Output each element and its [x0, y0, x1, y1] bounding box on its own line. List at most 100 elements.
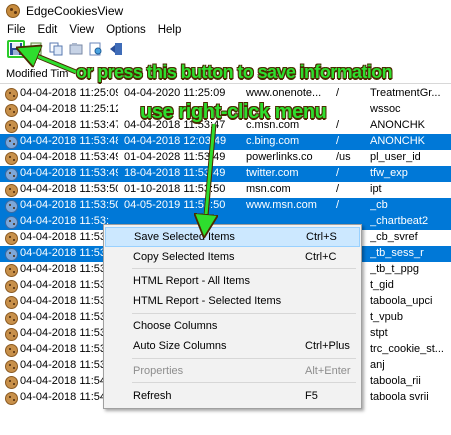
- cell-name: _tb_sess_r: [370, 247, 424, 259]
- table-row[interactable]: 04-04-2018 11:53:49 01-04-2028 11:53:49 po…: [0, 150, 451, 166]
- cookie-icon: [5, 167, 18, 181]
- cookie-icon: [5, 215, 18, 229]
- menu-item-choose-columns[interactable]: Choose Columns: [105, 316, 360, 336]
- cell-expires: 04-05-2019 11:53:50: [124, 199, 226, 211]
- cell-path: /: [336, 199, 340, 211]
- cookie-icon: [5, 343, 18, 357]
- menu-annotation: use right-click menu: [140, 101, 327, 123]
- cookie-icon: [5, 375, 18, 389]
- menu-item-html-report-selected-items[interactable]: HTML Report - Selected Items: [105, 291, 360, 311]
- cookie-icon: [5, 295, 18, 309]
- menu-item-label: HTML Report - Selected Items: [133, 295, 282, 307]
- menu-edit[interactable]: Edit: [32, 24, 64, 36]
- table-row[interactable]: 04-04-2018 11:53:49 18-04-2018 11:53:49 tw…: [0, 166, 451, 182]
- cell-host: msn.com: [246, 183, 291, 195]
- menu-item-label: Choose Columns: [133, 320, 218, 332]
- menu-item-label: HTML Report - All Items: [133, 275, 250, 287]
- table-row[interactable]: 04-04-2018 11:53:50 01-10-2018 11:53:50 ms…: [0, 182, 451, 198]
- menu-item-auto-size-columns[interactable]: Auto Size Columns Ctrl+Plus: [105, 336, 360, 356]
- menu-item-label: Copy Selected Items: [133, 251, 235, 263]
- cell-name: tfw_exp: [370, 167, 408, 179]
- exit-icon[interactable]: [107, 40, 125, 58]
- cell-modified: 04-04-2018 11:53:50: [20, 183, 118, 195]
- cell-name: TreatmentGr...: [370, 87, 441, 99]
- menu-item-refresh[interactable]: Refresh F5: [105, 386, 360, 406]
- cell-modified: 04-04-2018 11:25:09: [20, 87, 118, 99]
- cell-name: stpt: [370, 327, 388, 339]
- menu-help[interactable]: Help: [152, 24, 188, 36]
- cell-path: /: [336, 183, 340, 195]
- context-menu: Save Selected Items Ctrl+S Copy Selected I…: [103, 224, 362, 409]
- cell-name: ANONCHK: [370, 119, 426, 131]
- cell-modified: 04-04-2018 11:53:48: [20, 135, 118, 147]
- cookie-icon: [5, 327, 18, 341]
- cell-host: twitter.com: [246, 167, 299, 179]
- window-title: EdgeCookiesView: [26, 3, 124, 18]
- cell-name: _cb: [370, 199, 388, 211]
- cookie-icon: [5, 279, 18, 293]
- title-bar: EdgeCookiesView: [0, 0, 451, 21]
- cell-name: wssoc: [370, 103, 401, 115]
- menu-item-shortcut: Ctrl+S: [306, 231, 337, 243]
- cookie-icon: [5, 87, 18, 101]
- copy-icon[interactable]: [47, 40, 65, 58]
- menu-item-shortcut: Alt+Enter: [305, 365, 351, 377]
- menu-options[interactable]: Options: [100, 24, 152, 36]
- cell-name: taboola svrii: [370, 391, 429, 403]
- cell-modified: 04-04-2018 11:53:47: [20, 119, 118, 131]
- table-row[interactable]: 04-04-2018 11:25:09 04-04-2020 11:25:09 ww…: [0, 86, 451, 102]
- cell-modified: 04-04-2018 11:53:49: [20, 151, 118, 163]
- cookie-icon: [5, 151, 18, 165]
- menu-item-shortcut: Ctrl+Plus: [305, 340, 350, 352]
- table-row[interactable]: 04-04-2018 11:53:50 04-05-2019 11:53:50 ww…: [0, 198, 451, 214]
- cell-modified: 04-04-2018 11:53:49: [20, 167, 118, 179]
- menu-item-properties: Properties Alt+Enter: [105, 361, 360, 381]
- cell-name: trc_cookie_st...: [370, 343, 444, 355]
- menu-item-shortcut: F5: [305, 390, 318, 402]
- cell-name: ANONCHK: [370, 135, 426, 147]
- menu-separator: [132, 313, 356, 314]
- menu-separator: [132, 268, 356, 269]
- menu-item-save-selected-items[interactable]: Save Selected Items Ctrl+S: [105, 227, 360, 247]
- cell-path: /: [336, 87, 340, 99]
- save-annotation: or press this button to save information: [76, 62, 393, 82]
- cell-name: ipt: [370, 183, 382, 195]
- cell-expires: 01-04-2028 11:53:49: [124, 151, 226, 163]
- cell-modified: 04-04-2018 11:25:12: [20, 103, 118, 115]
- cell-host: www.msn.com: [246, 199, 317, 211]
- cookie-icon: [5, 135, 18, 149]
- cookie-icon: [5, 391, 18, 405]
- table-row[interactable]: 04-04-2018 11:53:48 04-04-2018 12:03:49 c.…: [0, 134, 451, 150]
- cookie-icon: [5, 263, 18, 277]
- menu-separator: [132, 382, 356, 383]
- column-header-modified[interactable]: Modified Tim: [0, 68, 68, 80]
- refresh-icon[interactable]: [27, 40, 45, 58]
- menu-item-html-report-all-items[interactable]: HTML Report - All Items: [105, 271, 360, 291]
- cookie-icon: [5, 183, 18, 197]
- cell-path: /: [336, 119, 340, 131]
- menu-item-label: Auto Size Columns: [133, 340, 227, 352]
- cookie-icon: [5, 199, 18, 213]
- menu-item-label: Refresh: [133, 390, 172, 402]
- cell-name: t_gid: [370, 279, 394, 291]
- cell-expires: 18-04-2018 11:53:49: [124, 167, 226, 179]
- html-report-icon[interactable]: [87, 40, 105, 58]
- menu-item-copy-selected-items[interactable]: Copy Selected Items Ctrl+C: [105, 247, 360, 267]
- cell-expires: 01-10-2018 11:53:50: [124, 183, 226, 195]
- menu-item-label: Save Selected Items: [134, 231, 235, 243]
- cell-name: _cb_svref: [370, 231, 418, 243]
- toolbar: [0, 38, 451, 60]
- cookie-icon: [5, 119, 18, 133]
- cell-modified: 04-04-2018 11:53:50: [20, 199, 118, 211]
- cell-expires: 04-04-2020 11:25:09: [124, 87, 226, 99]
- cell-name: anj: [370, 359, 385, 371]
- menu-separator: [132, 358, 356, 359]
- menu-file[interactable]: File: [0, 24, 32, 36]
- properties-icon[interactable]: [67, 40, 85, 58]
- menu-bar: File Edit View Options Help: [0, 21, 451, 38]
- menu-view[interactable]: View: [63, 24, 100, 36]
- cell-path: /: [336, 135, 340, 147]
- save-icon[interactable]: [7, 40, 25, 58]
- cell-path: /: [336, 167, 340, 179]
- cookie-icon: [5, 103, 18, 117]
